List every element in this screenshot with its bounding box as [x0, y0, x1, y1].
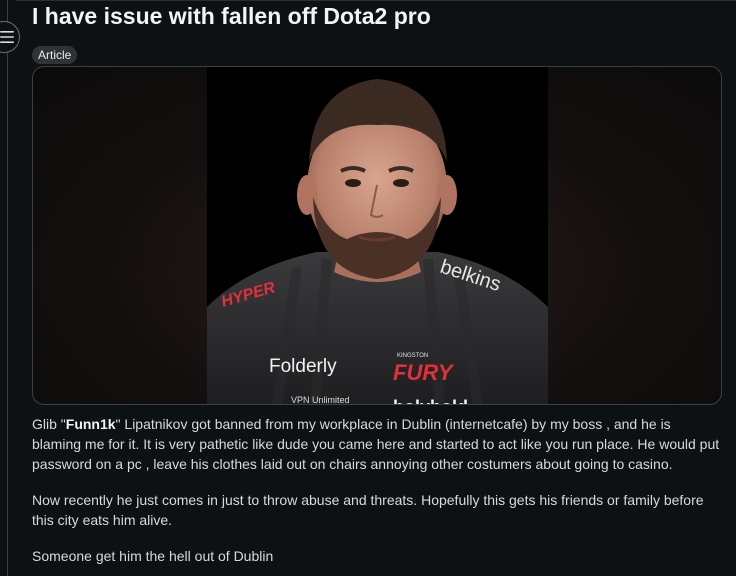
- post-body-paragraph-1: Glib "Funn1k" Lipatnikov got banned from…: [32, 414, 722, 474]
- post-flair[interactable]: Article: [32, 46, 78, 64]
- post-image-container[interactable]: HYPER belkins Folderly KINGSTON FURY VPN…: [32, 66, 722, 405]
- post-title[interactable]: I have issue with fallen off Dota2 pro: [32, 2, 431, 30]
- post-body-paragraph-2: Now recently he just comes in just to th…: [32, 492, 704, 528]
- top-divider: [16, 0, 736, 1]
- post-body-paragraph-3: Someone get him the hell out of Dublin: [32, 548, 274, 564]
- jersey-sponsor-small: KINGSTON: [397, 353, 428, 359]
- jersey-sponsor-vpn: VPN Unlimited: [291, 395, 350, 405]
- sidebar-toggle-button[interactable]: [0, 21, 20, 53]
- player-name: Funn1k: [65, 416, 116, 432]
- body-text-segment: " Lipatnikov got banned from my workplac…: [32, 416, 720, 472]
- post-image[interactable]: HYPER belkins Folderly KINGSTON FURY VPN…: [207, 67, 548, 405]
- thread-rail: [7, 0, 8, 576]
- player-photo: HYPER belkins Folderly KINGSTON FURY VPN…: [207, 67, 548, 405]
- jersey-sponsor-folderly: Folderly: [269, 356, 337, 377]
- body-text-segment: Glib ": [32, 416, 66, 432]
- jersey-sponsor-fury: FURY: [393, 360, 455, 385]
- menu-icon: [0, 31, 14, 43]
- jersey-sponsor-bottom: bolybold: [393, 397, 468, 405]
- post-page: I have issue with fallen off Dota2 pro A…: [0, 0, 736, 576]
